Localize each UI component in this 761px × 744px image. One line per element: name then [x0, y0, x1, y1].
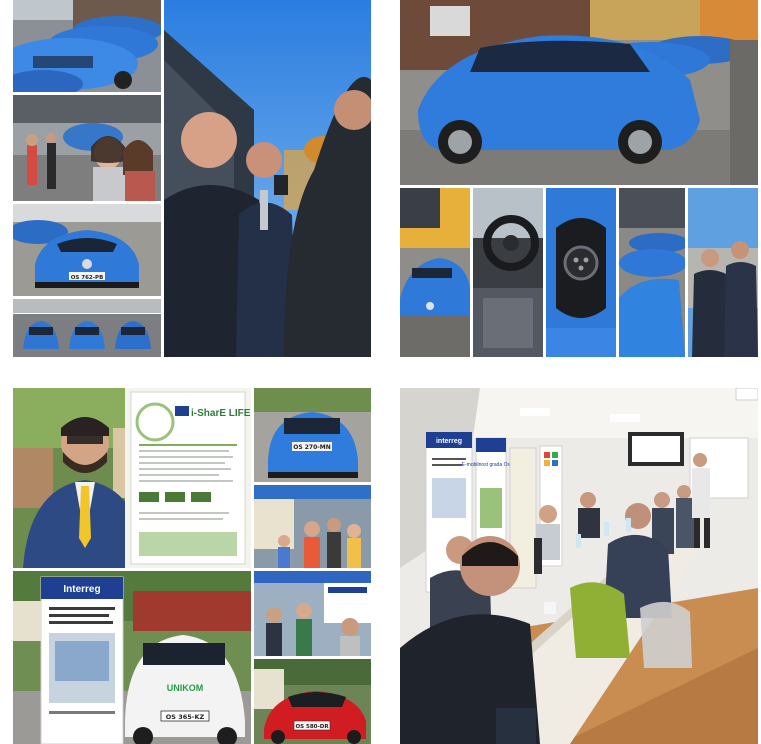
- banner-title: Interreg: [63, 584, 100, 595]
- collage-public-event: i-SharE LIFE OS 270-MN Interreg UNIKOM O…: [13, 388, 371, 744]
- plate-label: OS 762-PB: [71, 275, 104, 281]
- photo-car-interior-steering: [473, 188, 543, 357]
- brand-label: UNIKOM: [167, 683, 204, 693]
- photo-blue-renault-zoe-side: [400, 0, 758, 185]
- photo-blue-cars-parked-row: [13, 0, 161, 92]
- plate-label: OS 365-KZ: [166, 713, 205, 721]
- photo-three-blue-cars-aerial: [13, 299, 161, 357]
- poster-title: i-SharE LIFE: [191, 408, 251, 419]
- photo-ishare-life-poster: i-SharE LIFE: [125, 388, 251, 568]
- photo-blue-car-rear: OS 270-MN: [254, 388, 371, 482]
- plate-label: OS 580-DR: [295, 724, 329, 730]
- photo-blue-renault-zoe-front: OS 762-PB: [13, 204, 161, 296]
- collage-ev-detail-shots: [400, 0, 758, 357]
- photo-group-selfie: [13, 95, 161, 201]
- photo-visitors-tent: [254, 571, 371, 656]
- photo-car-front-row: [400, 188, 470, 357]
- photo-officials-interview: [164, 0, 371, 357]
- photo-conference-meeting: interreg E-mobilnost grada Osijeka: [400, 388, 758, 744]
- banner-title: interreg: [436, 438, 462, 445]
- photo-interreg-banner-unikom-car: Interreg UNIKOM OS 365-KZ: [13, 571, 251, 744]
- photo-charging-port: [546, 188, 616, 357]
- photo-officials-standing: [688, 188, 758, 357]
- collage-renault-zoe-fleet-presentation: OS 762-PB: [13, 0, 371, 357]
- plate-label: OS 270-MN: [293, 444, 331, 451]
- collage-meeting-room: interreg E-mobilnost grada Osijeka: [400, 388, 758, 744]
- photo-car-bonnet-row: [619, 188, 685, 357]
- photo-red-tesla: OS 580-DR: [254, 659, 371, 744]
- photo-children-at-stand: [254, 485, 371, 568]
